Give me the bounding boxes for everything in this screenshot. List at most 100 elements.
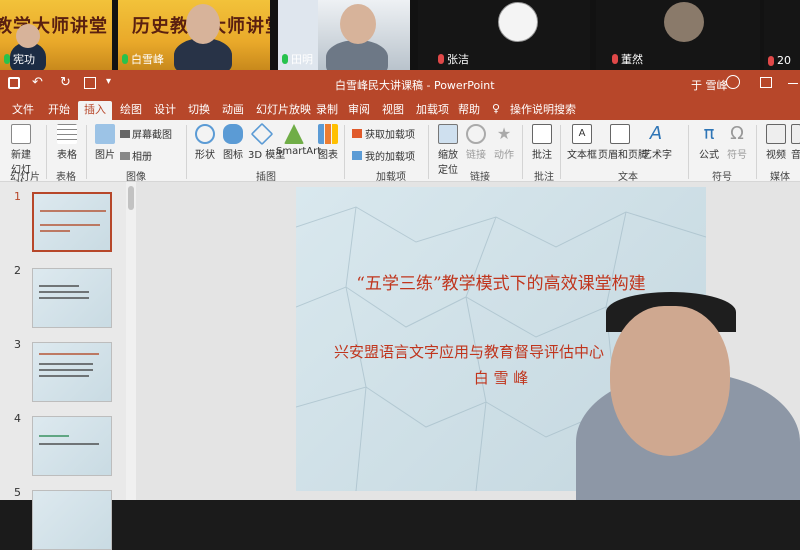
tab-file[interactable]: 文件 <box>6 101 40 120</box>
wordart-icon: A <box>649 123 663 144</box>
smartart-icon <box>284 124 304 144</box>
slide-number: 2 <box>14 264 21 277</box>
tab-view[interactable]: 视图 <box>376 101 410 120</box>
pictures-button[interactable]: 图片 <box>92 124 118 161</box>
participant-tile[interactable]: 教学大师讲堂 宪功 <box>0 0 112 70</box>
lightbulb-icon: ♀ <box>492 102 501 115</box>
tab-animations[interactable]: 动画 <box>216 101 250 120</box>
link-icon <box>466 124 486 144</box>
tab-transitions[interactable]: 切换 <box>182 101 216 120</box>
get-addins-button[interactable]: 获取加载项 <box>352 126 415 141</box>
participant-name: 白雪峰 <box>122 51 164 67</box>
equation-button[interactable]: π 公式 <box>696 123 722 162</box>
zoom-button[interactable]: 缩放定位 <box>434 124 462 176</box>
tab-draw[interactable]: 绘图 <box>114 101 148 120</box>
header-footer-button[interactable]: 页眉和页脚 <box>598 124 648 161</box>
tab-slideshow[interactable]: 幻灯片放映 <box>250 101 317 120</box>
picture-icon <box>95 124 115 144</box>
microphone-icon <box>4 54 10 64</box>
icons-label: 图标 <box>223 150 243 161</box>
tab-review[interactable]: 审阅 <box>342 101 376 120</box>
presenter-camera-overlay <box>556 292 800 500</box>
microphone-muted-icon <box>612 54 618 64</box>
tab-addins[interactable]: 加载项 <box>410 101 455 120</box>
tab-home[interactable]: 开始 <box>42 101 76 120</box>
participant-name: 20 <box>768 54 791 67</box>
slide-thumbnail[interactable] <box>32 342 112 402</box>
slide-thumbnail-pane: 1 2 3 4 5 <box>0 182 126 550</box>
my-addins-button[interactable]: 我的加载项 <box>352 148 415 163</box>
pi-icon: π <box>703 123 715 144</box>
tab-help[interactable]: 帮助 <box>452 101 486 120</box>
shapes-button[interactable]: 形状 <box>192 124 218 161</box>
participant-body <box>326 40 388 70</box>
microphone-icon <box>122 54 128 64</box>
header-footer-label: 页眉和页脚 <box>598 150 648 161</box>
video-button[interactable]: 视频 <box>764 124 788 161</box>
new-slide-icon <box>11 124 31 144</box>
avatar-icon[interactable] <box>726 75 740 89</box>
group-label-media: 媒体 <box>770 172 790 183</box>
wordart-button[interactable]: A 艺术字 <box>642 123 672 162</box>
comment-label: 批注 <box>532 150 552 161</box>
group-divider <box>756 125 757 179</box>
icons-button[interactable]: 图标 <box>222 124 244 161</box>
omega-icon: Ω <box>730 123 744 144</box>
table-button[interactable]: 表格 <box>54 124 80 161</box>
participant-tile[interactable]: 张洁 <box>418 0 590 70</box>
tab-record[interactable]: 录制 <box>310 101 344 120</box>
comment-button[interactable]: 批注 <box>530 124 554 161</box>
slide-thumbnail[interactable] <box>32 268 112 328</box>
3d-models-button[interactable]: 3D 模型 <box>248 122 285 161</box>
slide-thumbnail[interactable] <box>32 192 112 252</box>
slide-thumbnail[interactable] <box>32 416 112 476</box>
participant-name: 田明 <box>282 51 313 67</box>
ribbon-display-icon[interactable] <box>760 77 772 88</box>
thumbnail-text-line <box>39 369 93 371</box>
symbol-button[interactable]: Ω 符号 <box>724 123 750 162</box>
thumbnail-scrollbar[interactable] <box>126 182 136 500</box>
screenshot-icon <box>120 130 130 138</box>
smartart-button[interactable]: SmartArt <box>276 124 321 157</box>
comment-icon <box>532 124 552 144</box>
participant-tile[interactable]: 历史教学大师讲堂 白雪峰 <box>118 0 270 70</box>
participant-name: 宪功 <box>4 51 35 67</box>
microphone-icon <box>282 54 288 64</box>
video-icon <box>766 124 786 144</box>
shapes-icon <box>195 124 215 144</box>
link-button[interactable]: 链接 <box>466 124 486 161</box>
microphone-muted-icon <box>768 55 774 66</box>
group-divider <box>522 125 523 179</box>
screenshot-button[interactable]: 屏幕截图 <box>120 126 172 141</box>
user-name[interactable]: 于 雪峰 <box>691 77 728 93</box>
slide-thumbnail[interactable] <box>32 490 112 550</box>
group-label-addins: 加载项 <box>376 172 406 183</box>
tab-insert[interactable]: 插入 <box>78 101 112 120</box>
participant-name: 张洁 <box>438 51 469 67</box>
table-label: 表格 <box>57 150 77 161</box>
customize-toolbar-icon[interactable]: ▾ <box>106 76 111 87</box>
group-label-slides: 幻灯片 <box>10 172 40 183</box>
participant-tile[interactable]: 董然 <box>596 0 760 70</box>
group-divider <box>560 125 561 179</box>
photo-album-button[interactable]: 相册 <box>120 148 152 163</box>
textbox-button[interactable]: A 文本框 <box>566 124 598 161</box>
participant-tile[interactable]: 田明 <box>278 0 410 70</box>
undo-icon[interactable]: ↶ <box>32 75 43 90</box>
save-icon[interactable] <box>8 77 20 89</box>
chart-button[interactable]: 图表 <box>316 124 340 161</box>
present-icon[interactable] <box>84 77 96 89</box>
tell-me-search[interactable]: 操作说明搜索 <box>504 101 582 120</box>
scrollbar-thumb[interactable] <box>128 186 134 210</box>
participant-name: 董然 <box>612 51 643 67</box>
shapes-label: 形状 <box>195 150 215 161</box>
store-icon <box>352 129 362 138</box>
participant-tile[interactable]: 20 <box>764 0 800 70</box>
tab-design[interactable]: 设计 <box>148 101 182 120</box>
group-label-tables: 表格 <box>56 172 76 183</box>
redo-icon[interactable]: ↻ <box>60 75 71 90</box>
audio-button[interactable]: 音 <box>790 124 800 161</box>
minimize-icon[interactable] <box>788 83 798 84</box>
action-button[interactable]: ★ 动作 <box>492 124 516 161</box>
link-label: 链接 <box>466 150 486 161</box>
